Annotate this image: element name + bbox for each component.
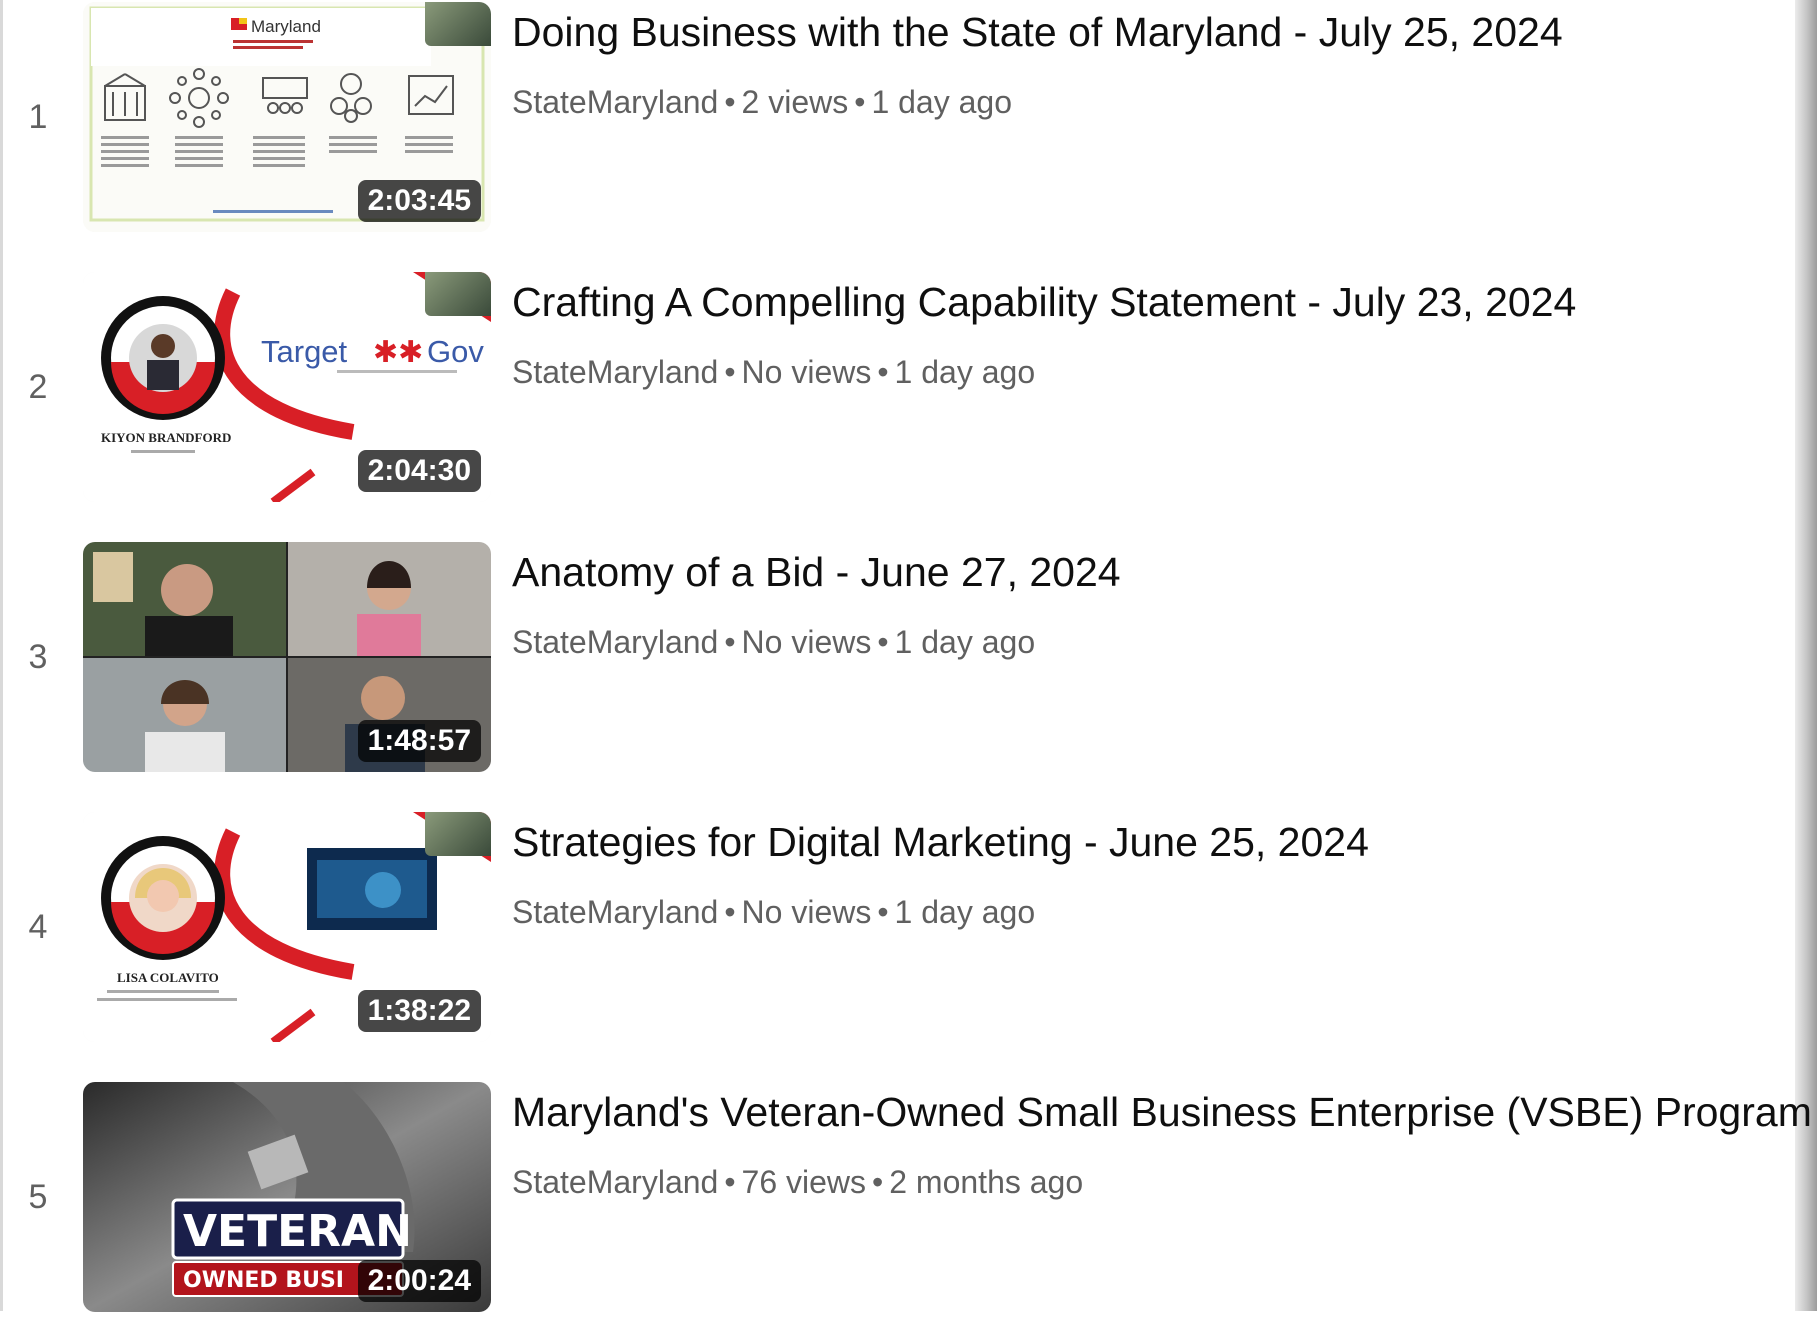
meta-separator: • — [724, 624, 736, 660]
view-count: No views — [741, 624, 872, 660]
thumb-banner-text: OWNED BUSI — [183, 1268, 344, 1293]
presenter-pip-image — [425, 2, 491, 46]
upload-age: 1 day ago — [871, 84, 1012, 120]
meta-separator: • — [877, 624, 889, 660]
view-count: 2 views — [741, 84, 849, 120]
video-title-link[interactable]: Maryland's Veteran-Owned Small Business … — [512, 1088, 1812, 1136]
video-info: Anatomy of a Bid - June 27, 2024 StateMa… — [512, 548, 1792, 661]
video-thumbnail[interactable]: Maryland 2:03:45 — [83, 2, 491, 232]
duration-badge: 1:38:22 — [357, 990, 481, 1032]
upload-age: 1 day ago — [894, 894, 1036, 930]
playlist-index: 1 — [28, 98, 48, 136]
view-count: No views — [741, 894, 872, 930]
video-info: Strategies for Digital Marketing - June … — [512, 818, 1792, 931]
video-metadata: StateMaryland • No views • 1 day ago — [512, 624, 1792, 661]
presenter-pip-image — [425, 272, 491, 316]
duration-badge: 2:03:45 — [357, 180, 481, 222]
video-metadata: StateMaryland • 2 views • 1 day ago — [512, 84, 1792, 121]
meta-separator: • — [877, 894, 889, 930]
video-title-link[interactable]: Crafting A Compelling Capability Stateme… — [512, 278, 1792, 326]
channel-name-link[interactable]: StateMaryland — [512, 354, 718, 390]
video-info: Crafting A Compelling Capability Stateme… — [512, 278, 1792, 391]
video-thumbnail[interactable]: 1:48:57 — [83, 542, 491, 772]
video-thumbnail[interactable]: KIYON BRANDFORD Target ✱✱ Gov 2:04:30 — [83, 272, 491, 502]
channel-name-link[interactable]: StateMaryland — [512, 1164, 718, 1200]
channel-name-link[interactable]: StateMaryland — [512, 624, 718, 660]
playlist-item[interactable]: 1 Maryland 2:03:45 Doing Business with t… — [0, 2, 1795, 257]
svg-text:✱✱: ✱✱ — [373, 336, 423, 369]
video-metadata: StateMaryland • No views • 1 day ago — [512, 354, 1792, 391]
thumb-veteran-text: VETERAN — [183, 1206, 412, 1257]
thumb-logo-gov: Gov — [427, 334, 484, 369]
playlist-item[interactable]: 3 1:48:57 Anatomy of a Bid - June 27, 20… — [0, 542, 1795, 797]
playlist-index: 2 — [28, 368, 48, 406]
thumb-speaker-name: KIYON BRANDFORD — [101, 430, 231, 445]
channel-name-link[interactable]: StateMaryland — [512, 894, 718, 930]
video-metadata: StateMaryland • No views • 1 day ago — [512, 894, 1792, 931]
thumb-logo-target: Target — [261, 334, 348, 369]
duration-badge: 1:48:57 — [357, 720, 481, 762]
channel-name-link[interactable]: StateMaryland — [512, 84, 718, 120]
video-thumbnail[interactable]: LISA COLAVITO 1:38:22 — [83, 812, 491, 1042]
video-metadata: StateMaryland • 76 views • 2 months ago — [512, 1164, 1792, 1201]
video-info: Maryland's Veteran-Owned Small Business … — [512, 1088, 1812, 1201]
video-title-link[interactable]: Anatomy of a Bid - June 27, 2024 — [512, 548, 1792, 596]
playlist-index: 3 — [28, 638, 48, 676]
thumb-speaker-name: LISA COLAVITO — [117, 970, 219, 985]
playlist-item[interactable]: 5 VETERAN OWNED BUSI 2:00:24 Maryland's … — [0, 1082, 1812, 1337]
thumb-logo-text: Maryland — [251, 17, 321, 36]
view-count: No views — [741, 354, 872, 390]
meta-separator: • — [877, 354, 889, 390]
upload-age: 1 day ago — [894, 624, 1036, 660]
meta-separator: • — [724, 894, 736, 930]
video-thumbnail[interactable]: VETERAN OWNED BUSI 2:00:24 — [83, 1082, 491, 1312]
view-count: 76 views — [741, 1164, 867, 1200]
duration-badge: 2:00:24 — [357, 1260, 481, 1302]
duration-badge: 2:04:30 — [357, 450, 481, 492]
video-title-link[interactable]: Doing Business with the State of Marylan… — [512, 8, 1792, 56]
playlist-item[interactable]: 2 KIYON BRANDFORD Target ✱✱ Gov 2:04:30 … — [0, 272, 1795, 527]
playlist-index: 4 — [28, 908, 48, 946]
playlist-index: 5 — [28, 1178, 48, 1216]
meta-separator: • — [854, 84, 866, 120]
meta-separator: • — [872, 1164, 884, 1200]
meta-separator: • — [724, 1164, 736, 1200]
upload-age: 1 day ago — [894, 354, 1036, 390]
video-title-link[interactable]: Strategies for Digital Marketing - June … — [512, 818, 1792, 866]
meta-separator: • — [724, 84, 736, 120]
upload-age: 2 months ago — [889, 1164, 1084, 1200]
presenter-pip-image — [425, 812, 491, 856]
meta-separator: • — [724, 354, 736, 390]
playlist-item[interactable]: 4 LISA COLAVITO 1:38:22 Strategies for D… — [0, 812, 1795, 1067]
video-info: Doing Business with the State of Marylan… — [512, 8, 1792, 121]
